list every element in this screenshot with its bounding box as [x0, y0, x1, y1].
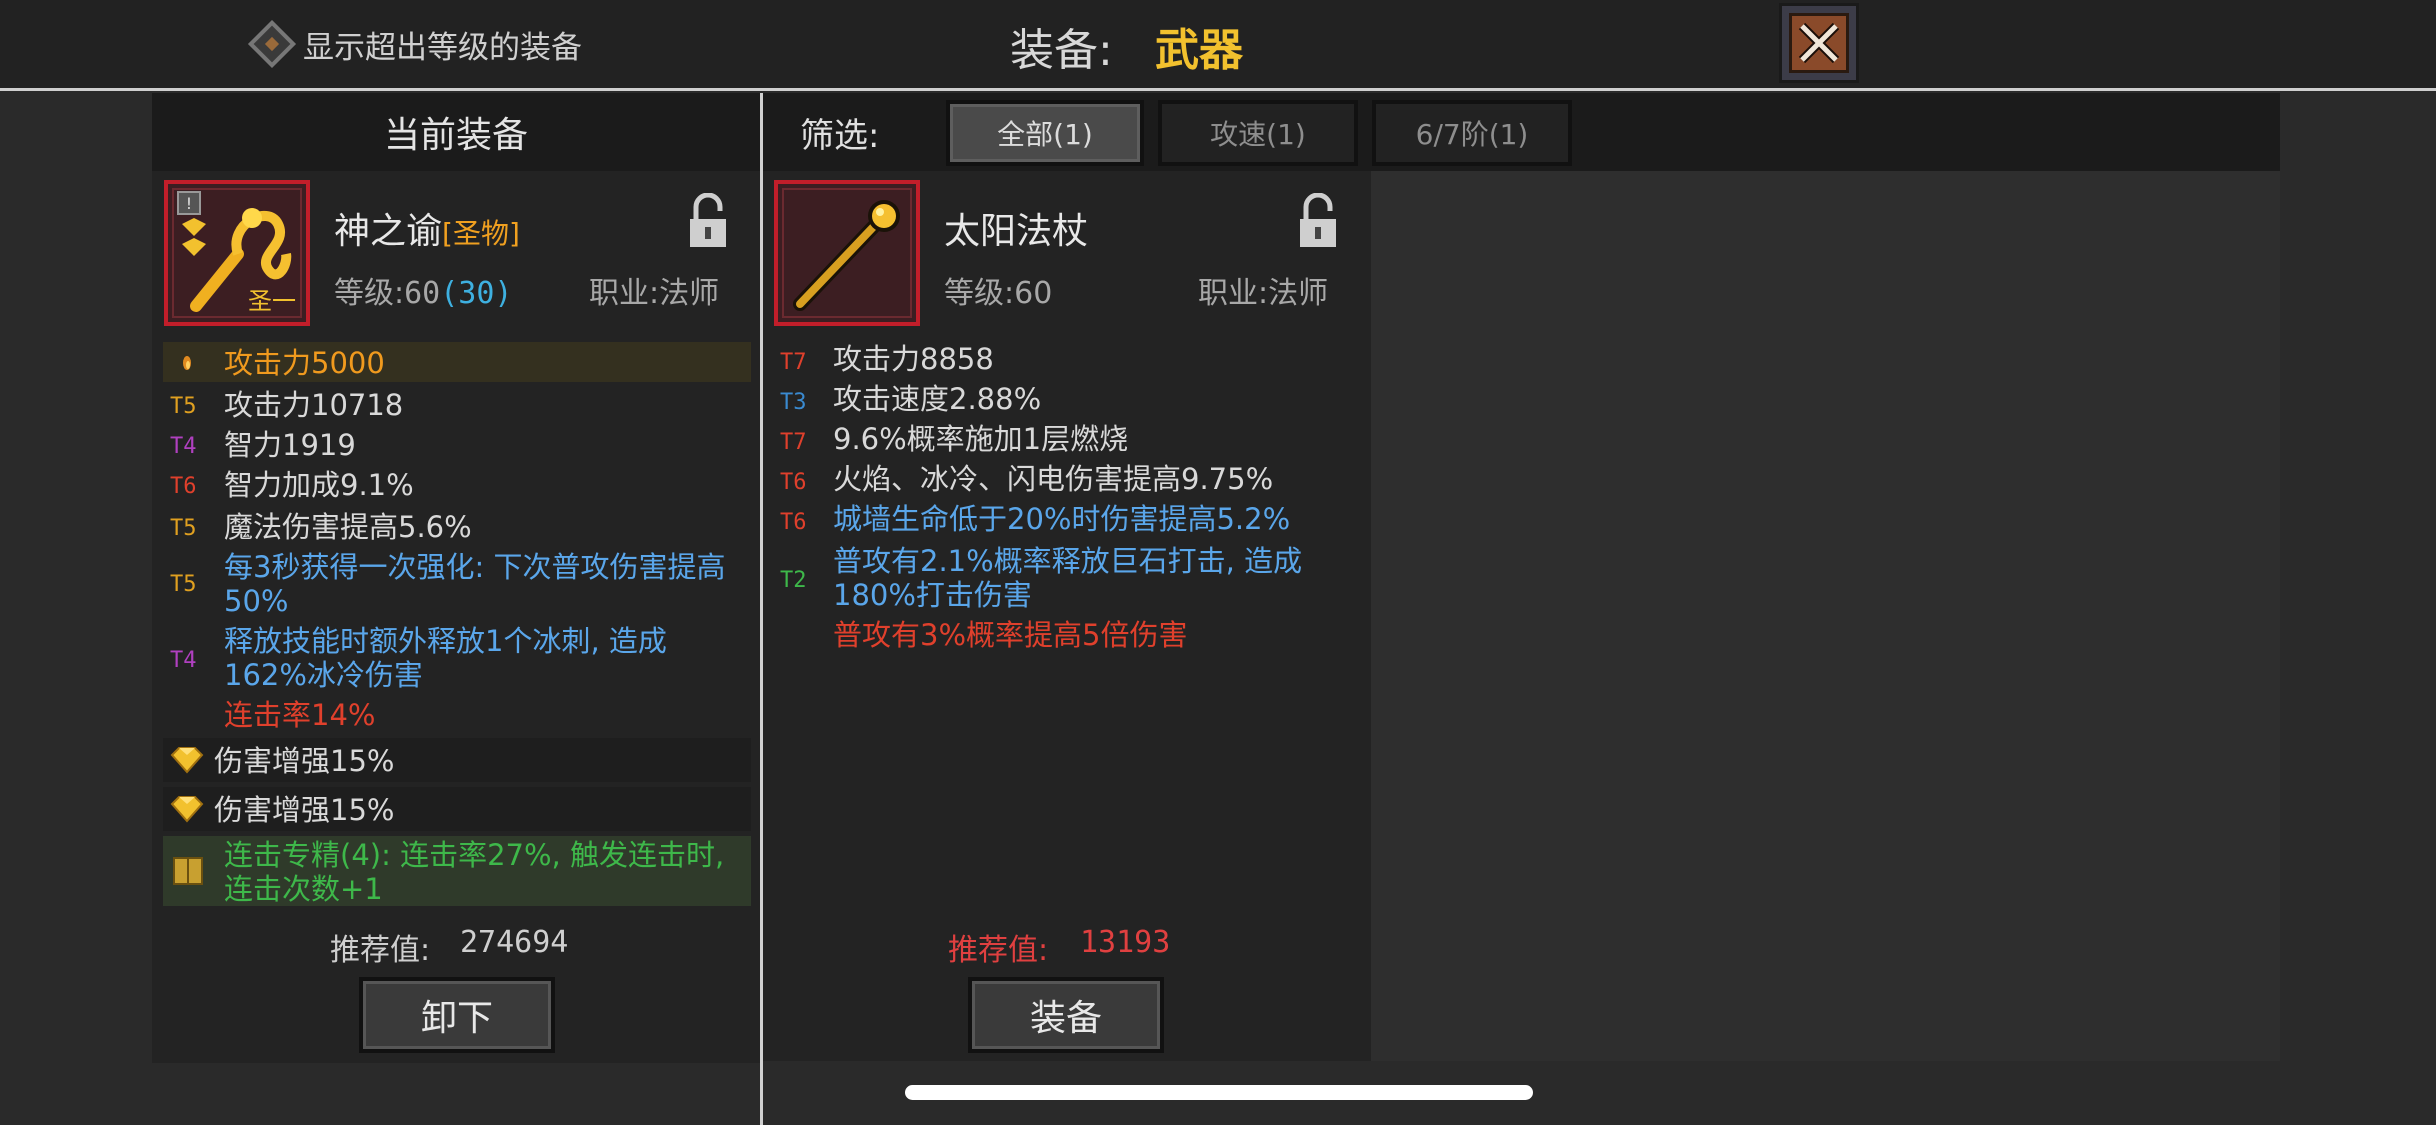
stat-line: 普攻有2.1%概率释放巨石打击, 造成180%打击伤害 — [833, 544, 1303, 612]
candidate-score-value: 13193 — [1080, 925, 1171, 960]
current-item-class: 职业:法师 — [589, 276, 720, 311]
stat-tier: T5 — [170, 394, 197, 419]
gem-stat: 伤害增强15% — [214, 793, 395, 827]
special-stat: 连击率14% — [224, 698, 376, 732]
equip-button[interactable]: 装备 — [968, 977, 1164, 1053]
unlock-icon[interactable] — [1298, 193, 1338, 249]
yellow-gem-icon — [170, 747, 204, 774]
current-score-label: 推荐值: — [330, 933, 431, 968]
show-over-level-label: 显示超出等级的装备 — [303, 29, 582, 66]
stat-line: 智力1919 — [224, 428, 356, 462]
unequip-button[interactable]: 卸下 — [359, 977, 555, 1053]
set-bonus-text: 连击专精(4): 连击率27%, 触发连击时, 连击次数+1 — [224, 838, 725, 906]
candidate-item-level: 等级:60 — [944, 276, 1053, 311]
current-equipment-title: 当前装备 — [152, 93, 760, 171]
stat-tier: T3 — [780, 390, 807, 415]
yellow-gem-icon — [170, 796, 204, 823]
page-title-prefix: 装备: — [1010, 25, 1113, 76]
stat-tier: T6 — [780, 470, 807, 495]
special-stat: 普攻有3%概率提高5倍伤害 — [833, 618, 1188, 652]
top-bar-divider — [0, 88, 2436, 91]
tab-all[interactable]: 全部(1) — [946, 100, 1144, 166]
current-item-tag: [圣物] — [442, 217, 520, 250]
current-item-level: 等级:60(30) — [334, 276, 513, 311]
stat-line: 每3秒获得一次强化: 下次普攻伤害提高50% — [224, 550, 726, 618]
candidate-item-class: 职业:法师 — [1198, 276, 1329, 311]
stat-tier: T6 — [780, 510, 807, 535]
tab-tier-6-7[interactable]: 6/7阶(1) — [1372, 100, 1572, 166]
show-over-level-toggle[interactable]: 显示超出等级的装备 — [247, 18, 582, 70]
stat-line: 攻击速度2.88% — [833, 382, 1042, 416]
current-item-name: 神之谕[圣物] — [334, 211, 520, 252]
flame-icon — [183, 356, 191, 370]
stat-line: 攻击力10718 — [224, 388, 404, 422]
book-icon — [173, 857, 203, 885]
page-title-slot: 武器 — [1155, 25, 1243, 76]
stat-line: 城墙生命低于20%时伤害提高5.2% — [833, 502, 1291, 536]
candidate-item-name: 太阳法杖 — [944, 211, 1089, 252]
stat-line: 攻击力8858 — [833, 342, 994, 376]
stat-line: 释放技能时额外释放1个冰刺, 造成162%冰冷伤害 — [224, 624, 667, 692]
unlock-icon[interactable] — [688, 193, 728, 249]
sun-staff-icon — [793, 200, 900, 311]
candidate-item-icon[interactable] — [774, 180, 920, 326]
stat-line: 智力加成9.1% — [224, 468, 414, 502]
stat-line: 9.6%概率施加1层燃烧 — [833, 422, 1129, 456]
candidate-score-label: 推荐值: — [948, 933, 1049, 968]
current-item-icon[interactable]: ! 圣一 — [164, 180, 310, 326]
stat-tier: T5 — [170, 516, 197, 541]
svg-text:!: ! — [186, 194, 192, 213]
gem-stat: 伤害增强15% — [214, 744, 395, 778]
close-button[interactable] — [1779, 3, 1859, 83]
stat-line: 火焰、冰冷、闪电伤害提高9.75% — [833, 462, 1274, 496]
stat-tier: T7 — [780, 350, 807, 375]
item-grade-badge: 圣一 — [248, 287, 296, 315]
main-stat: 攻击力5000 — [224, 346, 385, 380]
tab-attack-speed[interactable]: 攻速(1) — [1158, 100, 1358, 166]
current-score-value: 274694 — [460, 925, 569, 960]
close-x-icon — [1789, 13, 1849, 73]
stat-tier: T6 — [170, 474, 197, 499]
diamond-checkbox-icon[interactable] — [247, 19, 297, 69]
stat-line: 魔法伤害提高5.6% — [224, 510, 472, 544]
stat-tier: T7 — [780, 430, 807, 455]
stat-tier: T4 — [170, 434, 197, 459]
item-list-area — [1371, 171, 2280, 1061]
stat-tier: T2 — [780, 568, 807, 593]
filter-label: 筛选: — [800, 116, 880, 156]
stat-tier: T4 — [170, 648, 197, 673]
stat-tier: T5 — [170, 572, 197, 597]
home-indicator[interactable] — [905, 1085, 1533, 1100]
